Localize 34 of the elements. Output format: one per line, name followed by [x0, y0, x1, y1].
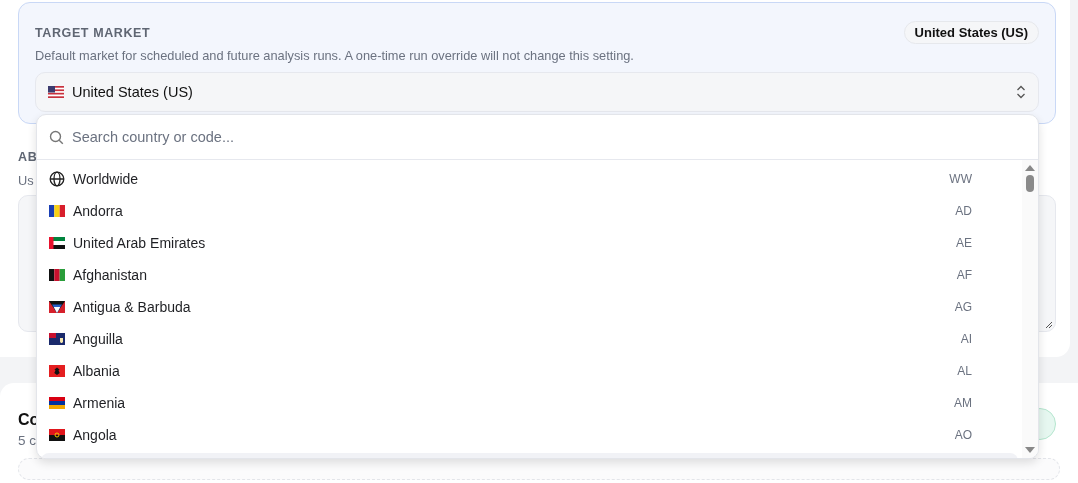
chevron-up-down-icon — [1016, 85, 1026, 99]
flag-icon — [49, 429, 65, 441]
scroll-up-icon[interactable] — [1025, 164, 1035, 171]
flag-icon — [49, 301, 65, 313]
card-subtitle: 5 c — [18, 433, 36, 448]
flag-icon — [49, 237, 65, 249]
search-icon — [49, 129, 64, 145]
scroll-thumb[interactable] — [1026, 175, 1034, 192]
flag-icon — [49, 269, 65, 281]
country-option[interactable]: Andorra AD — [37, 195, 1022, 227]
country-option[interactable]: Armenia AM — [37, 387, 1022, 419]
country-option[interactable]: Afghanistan AF — [37, 259, 1022, 291]
country-option[interactable]: Albania AL — [37, 355, 1022, 387]
flag-icon — [49, 333, 65, 345]
flag-icon — [49, 397, 65, 409]
country-option[interactable]: United Arab Emirates AE — [37, 227, 1022, 259]
section-title: AB — [18, 150, 38, 164]
country-option[interactable]: Anguilla AI — [37, 323, 1022, 355]
section-description: Us — [18, 173, 34, 188]
section-title: TARGET MARKET — [35, 25, 151, 40]
country-option[interactable]: Angola AO — [37, 419, 1022, 451]
current-market-badge: United States (US) — [903, 21, 1039, 44]
scroll-down-icon[interactable] — [1025, 447, 1035, 454]
scrollbar[interactable] — [1022, 160, 1038, 458]
search-field[interactable]: Search country or code... — [72, 129, 1026, 145]
globe-icon — [49, 171, 65, 187]
flag-icon — [49, 205, 65, 217]
country-option[interactable]: Worldwide WW — [37, 163, 1022, 195]
section-description: Default market for scheduled and future analysis runs. A one-time run override will not change this setting. — [35, 48, 635, 63]
country-option[interactable]: Antigua & Barbuda AG — [37, 291, 1022, 323]
market-select[interactable]: United States (US) — [35, 72, 1039, 112]
flag-icon — [49, 365, 65, 377]
flag-icon — [48, 86, 64, 98]
resize-grip-icon — [1045, 321, 1053, 329]
